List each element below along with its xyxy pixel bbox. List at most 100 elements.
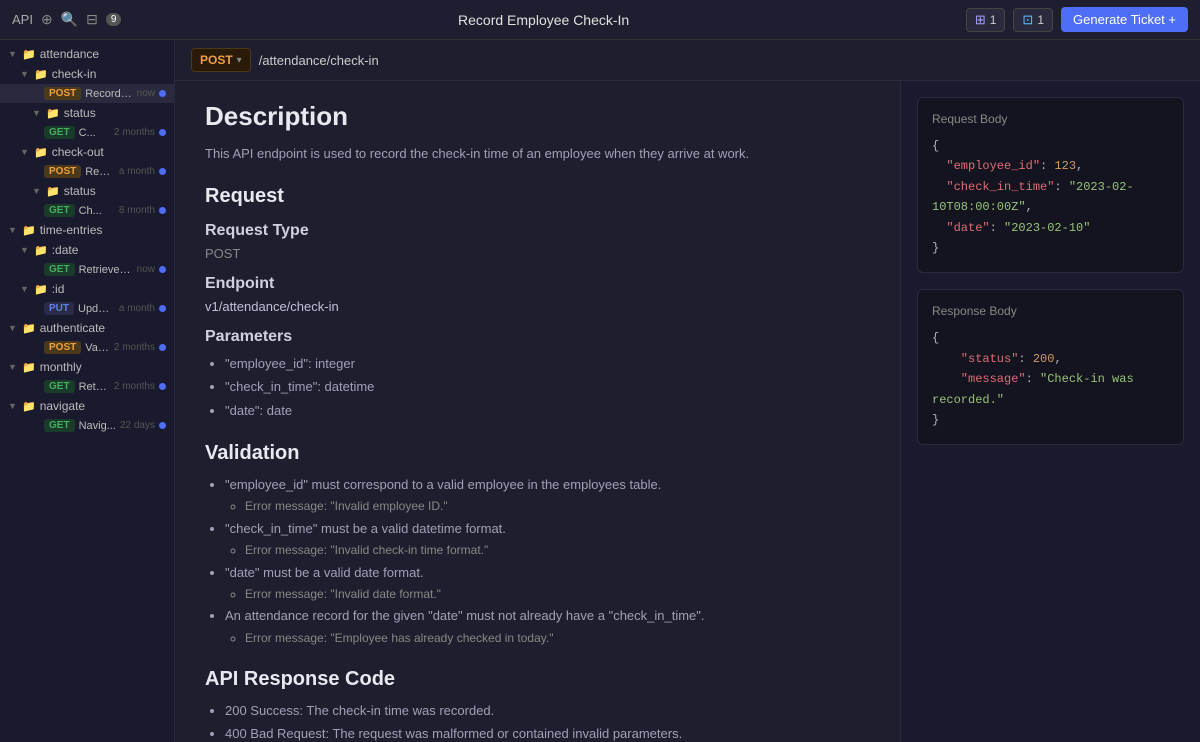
description-body: This API endpoint is used to record the …: [205, 144, 870, 165]
view-count-1: 1: [990, 13, 997, 27]
chevron-down-icon: ▼: [20, 284, 30, 294]
view-toggle-2[interactable]: ⊡ 1: [1013, 8, 1053, 32]
endpoint-path: /attendance/check-in: [259, 53, 379, 68]
sidebar-endpoint-get-monthly[interactable]: GET Retri... 2 months: [0, 377, 174, 396]
method-dropdown[interactable]: POST ▾: [191, 48, 251, 72]
validation-list: "employee_id" must correspond to a valid…: [205, 473, 870, 648]
sidebar-item-navigate[interactable]: ▼ 📁 navigate: [0, 396, 174, 416]
request-body-title: Request Body: [932, 112, 1169, 126]
sidebar-endpoint-get-navigate[interactable]: GET Navig... 22 days: [0, 416, 174, 435]
list-item: "date" must be a valid date format. Erro…: [225, 561, 870, 605]
list-item: 400 Bad Request: The request was malform…: [225, 722, 870, 742]
dot-indicator: [159, 90, 166, 97]
sidebar-endpoint-record-checkin[interactable]: POST Record E... now: [0, 84, 174, 103]
folder-icon: 📁: [22, 361, 36, 374]
method-badge-post: POST: [44, 165, 81, 178]
description-heading: Description: [205, 101, 870, 132]
method-label: POST: [200, 53, 233, 67]
doc-panel: Description This API endpoint is used to…: [175, 81, 900, 742]
sidebar-endpoint-post-auth[interactable]: POST Valid... 2 months: [0, 338, 174, 357]
topbar-right: ⊞ 1 ⊡ 1 Generate Ticket +: [966, 7, 1188, 32]
list-item: 200 Success: The check-in time was recor…: [225, 699, 870, 722]
folder-icon: 📁: [34, 68, 48, 81]
request-heading: Request: [205, 185, 870, 208]
list-item: "employee_id" must correspond to a valid…: [225, 473, 870, 517]
list-item: "check_in_time" must be a valid datetime…: [225, 517, 870, 561]
list-item: An attendance record for the given "date…: [225, 604, 870, 648]
add-icon[interactable]: ⊕: [41, 11, 53, 28]
sub-list: Error message: "Invalid date format.": [225, 584, 870, 604]
side-panel: Request Body { "employee_id": 123, "chec…: [900, 81, 1200, 742]
endpoint-heading: Endpoint: [205, 275, 870, 293]
response-body-title: Response Body: [932, 304, 1169, 318]
sidebar-item-status-1[interactable]: ▼ 📁 status: [0, 103, 174, 123]
sidebar-item-attendance[interactable]: ▼ 📁 attendance: [0, 44, 174, 64]
chevron-down-icon: ▼: [8, 323, 18, 333]
list-item: "check_in_time": datetime: [225, 375, 870, 398]
method-badge-get: GET: [44, 380, 75, 393]
folder-icon: 📁: [34, 244, 48, 257]
folder-icon: 📁: [22, 400, 36, 413]
response-body-code: { "status": 200, "message": "Check-in wa…: [932, 328, 1169, 430]
sub-list: Error message: "Invalid check-in time fo…: [225, 540, 870, 560]
generate-ticket-button[interactable]: Generate Ticket +: [1061, 7, 1188, 32]
api-response-heading: API Response Code: [205, 668, 870, 691]
chevron-down-icon: ▼: [8, 225, 18, 235]
dot-indicator: [159, 305, 166, 312]
sidebar-item-id[interactable]: ▼ 📁 :id: [0, 279, 174, 299]
method-badge-get: GET: [44, 126, 75, 139]
sidebar-endpoint-put-id[interactable]: PUT Updat... a month: [0, 299, 174, 318]
parameters-heading: Parameters: [205, 328, 870, 346]
parameters-list: "employee_id": integer "check_in_time": …: [205, 352, 870, 422]
sidebar-endpoint-post-checkout[interactable]: POST Recor... a month: [0, 162, 174, 181]
sidebar-item-monthly[interactable]: ▼ 📁 monthly: [0, 357, 174, 377]
response-body-container: Response Body { "status": 200, "message"…: [917, 289, 1184, 445]
request-type-heading: Request Type: [205, 222, 870, 240]
method-badge-post: POST: [44, 341, 81, 354]
chevron-down-icon: ▼: [8, 362, 18, 372]
sidebar-endpoint-get-status[interactable]: GET C... 2 months: [0, 123, 174, 142]
dot-indicator: [159, 266, 166, 273]
sidebar-item-date[interactable]: ▼ 📁 :date: [0, 240, 174, 260]
sidebar-endpoint-get-status-2[interactable]: GET Ch... 8 month: [0, 201, 174, 220]
page-title: Record Employee Check-In: [129, 12, 957, 28]
sidebar-item-status-2[interactable]: ▼ 📁 status: [0, 181, 174, 201]
sidebar-item-check-in[interactable]: ▼ 📁 check-in: [0, 64, 174, 84]
request-bar: POST ▾ /attendance/check-in: [175, 40, 1200, 81]
sub-list: Error message: "Employee has already che…: [225, 628, 870, 648]
method-badge-put: PUT: [44, 302, 74, 315]
chevron-down-icon: ▼: [20, 69, 30, 79]
dropdown-arrow-icon: ▾: [237, 55, 242, 66]
list-item: Error message: "Employee has already che…: [245, 628, 870, 648]
main-layout: ▼ 📁 attendance ▼ 📁 check-in POST Record …: [0, 40, 1200, 742]
chevron-down-icon: ▼: [8, 49, 18, 59]
search-icon[interactable]: 🔍: [61, 11, 78, 28]
endpoint-value: v1/attendance/check-in: [205, 299, 870, 314]
request-body-code: { "employee_id": 123, "check_in_time": "…: [932, 136, 1169, 258]
sidebar-endpoint-get-date[interactable]: GET Retrieve D... now: [0, 260, 174, 279]
method-badge-get: GET: [44, 204, 75, 217]
view-count-2: 1: [1037, 13, 1044, 27]
folder-icon: 📁: [46, 185, 60, 198]
folder-icon: 📁: [22, 224, 36, 237]
dot-indicator: [159, 422, 166, 429]
list-item: "date": date: [225, 399, 870, 422]
sidebar-item-time-entries[interactable]: ▼ 📁 time-entries: [0, 220, 174, 240]
view-toggle-1[interactable]: ⊞ 1: [966, 8, 1006, 32]
content-split: Description This API endpoint is used to…: [175, 81, 1200, 742]
folder-icon: 📁: [22, 322, 36, 335]
folder-icon: 📁: [34, 146, 48, 159]
sidebar: ▼ 📁 attendance ▼ 📁 check-in POST Record …: [0, 40, 175, 742]
chevron-down-icon: ▼: [8, 401, 18, 411]
sidebar-item-authenticate[interactable]: ▼ 📁 authenticate: [0, 318, 174, 338]
api-response-list: 200 Success: The check-in time was recor…: [205, 699, 870, 742]
sidebar-item-check-out[interactable]: ▼ 📁 check-out: [0, 142, 174, 162]
method-badge-get: GET: [44, 263, 75, 276]
validation-heading: Validation: [205, 442, 870, 465]
list-item: "employee_id": integer: [225, 352, 870, 375]
content-area: POST ▾ /attendance/check-in Description …: [175, 40, 1200, 742]
badge: 9: [106, 13, 122, 26]
topbar: API ⊕ 🔍 ⊟ 9 Record Employee Check-In ⊞ 1…: [0, 0, 1200, 40]
dot-indicator: [159, 207, 166, 214]
filter-icon[interactable]: ⊟: [86, 11, 98, 28]
